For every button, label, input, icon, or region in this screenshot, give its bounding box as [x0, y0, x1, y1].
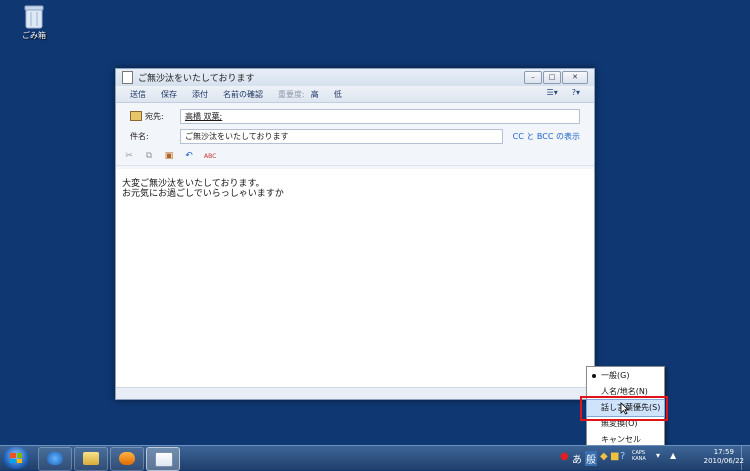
to-label[interactable]: 宛先: — [130, 111, 180, 122]
minimize-button[interactable]: – — [524, 71, 542, 84]
media-player-icon — [119, 452, 135, 465]
taskbar-media-player[interactable] — [110, 447, 144, 471]
ime-help-icon[interactable]: ? — [620, 451, 625, 462]
menu-dropdown-icon[interactable]: ☰▾ — [547, 88, 558, 97]
send-button[interactable]: 送信 — [130, 89, 146, 100]
undo-icon[interactable]: ↶ — [184, 151, 194, 161]
format-toolbar: ✂ ⧉ ▣ ↶ ABC — [116, 147, 594, 166]
internet-explorer-icon — [47, 452, 63, 465]
to-row: 宛先: 高橋 双葉; — [130, 107, 580, 125]
body-line: お元気にお過ごしでいらっしゃいますか — [122, 189, 284, 199]
taskbar-mail-window[interactable] — [146, 447, 180, 471]
menu-item-general[interactable]: 一般(G) — [587, 368, 664, 384]
message-header: 宛先: 高橋 双葉; 件名: ご無沙汰をいたしております CC と BCC の表… — [116, 103, 594, 145]
help-icon: ? — [571, 88, 576, 97]
maximize-button[interactable]: □ — [543, 71, 561, 84]
menu-item-label: キャンセル — [601, 435, 641, 444]
priority-label: 重要度: — [278, 89, 305, 99]
spellcheck-icon[interactable]: ABC — [204, 153, 216, 160]
cc-bcc-link[interactable]: CC と BCC の表示 — [513, 131, 580, 142]
copy-icon[interactable]: ⧉ — [144, 151, 154, 161]
windows-logo-icon — [10, 453, 22, 463]
priority-high-button[interactable]: 高 — [311, 89, 319, 100]
ime-input-mode[interactable]: あ — [572, 451, 582, 466]
to-field[interactable]: 高橋 双葉; — [180, 108, 580, 124]
ime-tools-icon[interactable]: ■ — [610, 451, 619, 462]
taskbar-explorer[interactable] — [74, 447, 108, 471]
priority-low-button[interactable]: 低 — [334, 89, 342, 100]
to-recipient[interactable]: 高橋 双葉; — [185, 112, 222, 121]
window-statusbar — [116, 387, 594, 399]
ime-status-icon[interactable]: ● — [560, 451, 569, 462]
body-line: 大変ご無沙汰をいたしております。 — [122, 179, 265, 189]
attach-button[interactable]: 添付 — [192, 89, 208, 100]
mail-toolbar: 送信 保存 添付 名前の確認 重要度: 高 低 ☰▾ ?▾ — [116, 86, 594, 103]
menu-item-label: 一般(G) — [601, 371, 630, 380]
clock[interactable]: 17:59 2010/06/22 — [704, 448, 744, 466]
address-book-icon — [130, 111, 142, 121]
clock-time: 17:59 — [713, 448, 734, 456]
document-icon — [122, 71, 133, 84]
window-title: ご無沙汰をいたしております — [138, 74, 255, 84]
caps-kana-indicator: CAPS KANA — [632, 450, 646, 462]
mail-compose-window: ご無沙汰をいたしております – □ ✕ 送信 保存 添付 名前の確認 重要度: … — [115, 68, 595, 400]
recycle-bin-desktop-icon[interactable]: ごみ箱 — [16, 4, 52, 41]
to-label-text: 宛先: — [145, 111, 164, 121]
show-desktop-button[interactable] — [741, 446, 750, 470]
subject-label: 件名: — [130, 131, 149, 141]
window-controls: – □ ✕ — [524, 71, 588, 84]
recycle-bin-label: ごみ箱 — [22, 31, 46, 40]
ime-conversion-mode-button[interactable]: 般 — [585, 451, 597, 466]
show-hidden-icons-icon[interactable]: ▲ — [670, 451, 676, 460]
paste-icon[interactable]: ▣ — [164, 151, 174, 161]
help-button[interactable]: ?▾ — [572, 88, 580, 97]
ime-options-arrow-icon[interactable]: ▾ — [656, 451, 660, 460]
save-button[interactable]: 保存 — [161, 89, 177, 100]
kana-indicator: KANA — [632, 456, 646, 462]
folder-icon — [83, 452, 99, 465]
subject-field[interactable]: ご無沙汰をいたしております — [180, 128, 503, 144]
cut-icon[interactable]: ✂ — [124, 151, 134, 161]
window-titlebar[interactable]: ご無沙汰をいたしております – □ ✕ — [116, 69, 594, 86]
checked-bullet-icon — [592, 374, 596, 378]
taskbar: ● あ 般 ◆ ■ ? CAPS KANA ▾ ▲ 17:59 2010/06/… — [0, 445, 750, 471]
subject-row: 件名: ご無沙汰をいたしております CC と BCC の表示 — [130, 127, 580, 145]
start-button[interactable] — [3, 447, 29, 469]
system-tray: ● あ 般 ◆ ■ ? CAPS KANA ▾ ▲ 17:59 2010/06/… — [560, 446, 750, 470]
ime-pad-icon[interactable]: ◆ — [600, 451, 608, 462]
clock-date: 2010/06/22 — [703, 457, 744, 465]
recycle-bin-icon — [24, 5, 44, 29]
mail-window-icon — [155, 452, 173, 467]
taskbar-internet-explorer[interactable] — [38, 447, 72, 471]
menu-item-label: 人名/地名(N) — [601, 387, 648, 396]
check-names-button[interactable]: 名前の確認 — [223, 89, 263, 100]
close-button[interactable]: ✕ — [562, 71, 588, 84]
message-body[interactable]: 大変ご無沙汰をいたしております。 お元気にお過ごしでいらっしゃいますか — [116, 169, 594, 387]
toolbar-right: ☰▾ ?▾ — [547, 88, 580, 97]
highlight-box-menu-item — [580, 396, 668, 421]
